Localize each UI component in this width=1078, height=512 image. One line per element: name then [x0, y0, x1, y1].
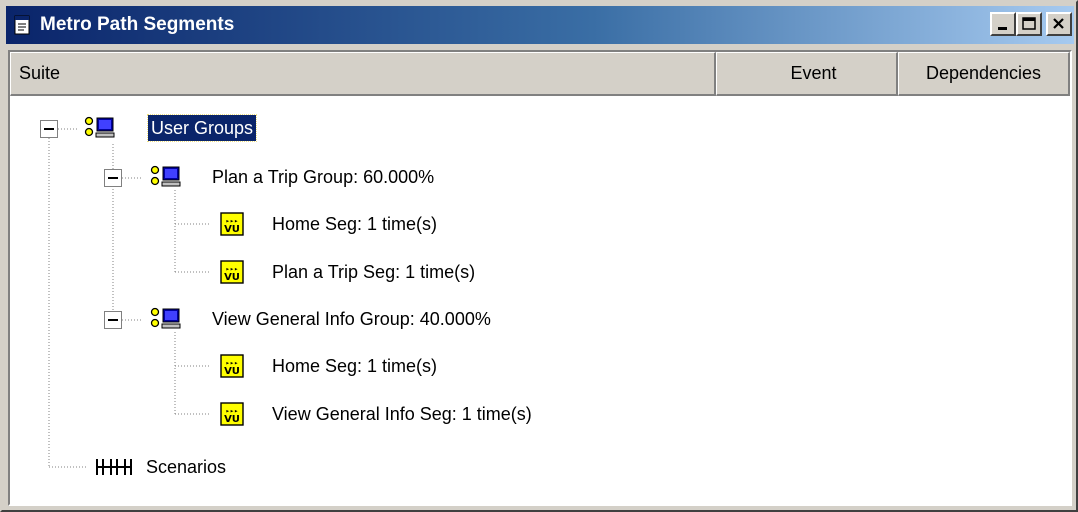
- tree-node-plan-a-trip-seg[interactable]: Plan a Trip Seg: 1 time(s): [272, 259, 475, 285]
- tree-node-user-groups[interactable]: User Groups: [146, 114, 258, 142]
- column-header-suite[interactable]: Suite: [10, 52, 716, 96]
- close-icon: [1053, 18, 1064, 29]
- column-header-event[interactable]: Event: [716, 52, 898, 96]
- scenarios-icon: [96, 459, 132, 475]
- tree-list-view: Suite Event Dependencies User Groups Pla…: [8, 50, 1072, 506]
- document-icon: [14, 15, 30, 35]
- tree-node-view-general-info-seg[interactable]: View General Info Seg: 1 time(s): [272, 401, 532, 427]
- tree-node-plan-a-trip-group[interactable]: Plan a Trip Group: 60.000%: [212, 164, 434, 190]
- tree-node-scenarios[interactable]: Scenarios: [146, 454, 226, 480]
- column-header-suite-label: Suite: [19, 63, 61, 83]
- svg-text:VU: VU: [224, 366, 240, 377]
- column-header-event-label: Event: [790, 63, 837, 83]
- vu-script-icon: ▸▸▸ VU: [220, 402, 244, 426]
- svg-text:VU: VU: [224, 272, 240, 283]
- svg-text:VU: VU: [224, 414, 240, 425]
- collapse-user-groups-toggle[interactable]: [40, 120, 58, 138]
- tree-node-view-general-info-group[interactable]: View General Info Group: 40.000%: [212, 306, 491, 332]
- column-header-dependencies[interactable]: Dependencies: [898, 52, 1070, 96]
- tree-node-home-seg-2[interactable]: Home Seg: 1 time(s): [272, 353, 437, 379]
- user-group-icon: [150, 165, 181, 187]
- column-header-dependencies-label: Dependencies: [925, 63, 1042, 83]
- window-title: Metro Path Segments: [40, 14, 235, 35]
- collapse-plan-a-trip-group-toggle[interactable]: [104, 169, 122, 187]
- vu-script-icon: ▸▸▸ VU: [220, 354, 244, 378]
- tree-connector-lines: [48, 128, 210, 468]
- vu-script-icon: ▸▸▸ VU: [220, 212, 244, 236]
- collapse-view-general-info-group-toggle[interactable]: [104, 311, 122, 329]
- svg-text:VU: VU: [224, 224, 240, 235]
- minimize-icon: [998, 27, 1007, 30]
- tree-node-home-seg[interactable]: Home Seg: 1 time(s): [272, 211, 437, 237]
- maximize-icon: [1022, 17, 1036, 30]
- close-button[interactable]: [1046, 12, 1072, 36]
- title-bar[interactable]: Metro Path Segments: [6, 6, 1074, 44]
- tree-view: User Groups Plan a Trip Group: 60.000% ▸…: [10, 96, 1070, 504]
- user-groups-icon: [84, 116, 115, 138]
- metro-path-segments-window: Metro Path Segments Suite Event Dependen…: [0, 0, 1078, 512]
- maximize-button[interactable]: [1016, 12, 1042, 36]
- vu-script-icon: ▸▸▸ VU: [220, 260, 244, 284]
- minimize-button[interactable]: [990, 12, 1016, 36]
- user-group-icon: [150, 307, 181, 329]
- column-header: Suite Event Dependencies: [10, 52, 1070, 96]
